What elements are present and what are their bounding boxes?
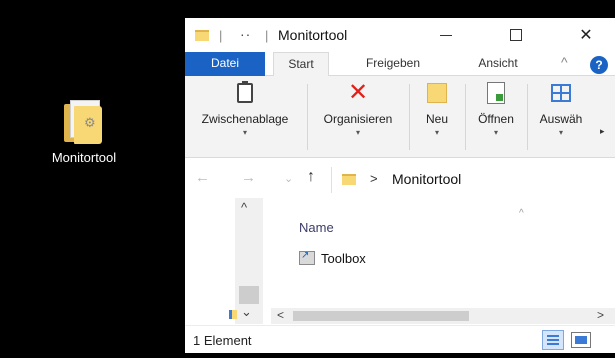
large-icons-view-icon[interactable] xyxy=(571,332,591,348)
scroll-thumb[interactable] xyxy=(239,286,259,304)
list-item[interactable]: Toolbox xyxy=(299,248,366,268)
scroll-left-icon[interactable]: < xyxy=(277,308,284,322)
maximize-icon xyxy=(510,29,522,41)
tab-start[interactable]: Start xyxy=(273,52,329,77)
folder-icon xyxy=(342,174,356,185)
dropdown-arrow-icon: ▾ xyxy=(558,128,563,137)
tab-ansicht[interactable]: Ansicht xyxy=(463,52,533,76)
file-name: Toolbox xyxy=(321,250,366,266)
forward-button[interactable]: → xyxy=(241,169,256,186)
breadcrumb-chevron-icon[interactable]: > xyxy=(370,171,378,186)
minimize-icon xyxy=(440,34,452,36)
ribbon-divider xyxy=(409,84,410,150)
dropdown-arrow-icon: ▾ xyxy=(355,128,360,137)
new-folder-icon xyxy=(427,83,447,103)
minimize-button[interactable] xyxy=(423,18,469,52)
address-bar[interactable]: > Monitortool xyxy=(331,167,615,193)
quick-access-customize-button[interactable]: ·· xyxy=(240,26,251,42)
dropdown-arrow-icon: ▾ xyxy=(434,128,439,137)
quick-access-folder-icon[interactable] xyxy=(195,30,209,41)
sort-caret-icon: ^ xyxy=(519,208,524,219)
ribbon-group-zwischenablage[interactable]: Zwischenablage ▾ xyxy=(185,80,305,152)
explorer-window: | ·· | Monitortool ✕ Datei Start Freigeb… xyxy=(185,18,615,353)
title-separator: | xyxy=(265,28,269,43)
maximize-button[interactable] xyxy=(493,18,539,52)
shortcut-icon xyxy=(299,250,315,265)
tab-datei[interactable]: Datei xyxy=(185,52,265,76)
close-button[interactable]: ✕ xyxy=(563,18,609,52)
close-icon: ✕ xyxy=(579,27,593,44)
ribbon-scroll-right-icon[interactable]: ▸ xyxy=(600,126,605,137)
quick-access-separator: | xyxy=(219,28,223,43)
status-bar: 1 Element xyxy=(185,325,615,353)
select-icon xyxy=(551,84,571,102)
scroll-down-icon[interactable]: ⌄ xyxy=(241,304,252,320)
nav-pane-item-icon[interactable] xyxy=(229,310,237,319)
ribbon-group-neu[interactable]: Neu ▾ xyxy=(412,80,462,152)
open-icon xyxy=(487,82,505,104)
window-title: Monitortool xyxy=(278,27,348,43)
dropdown-arrow-icon: ▾ xyxy=(242,128,247,137)
details-view-icon[interactable] xyxy=(542,330,564,350)
back-button[interactable]: ← xyxy=(195,169,210,186)
horizontal-scrollbar[interactable]: < > xyxy=(271,308,615,324)
desktop-icon-label: Monitortool xyxy=(51,150,117,165)
title-bar: | ·· | Monitortool ✕ xyxy=(185,18,615,52)
ribbon-body: Zwischenablage ▾ ✕ Organisieren ▾ Neu ▾ … xyxy=(185,76,615,158)
scroll-right-icon[interactable]: > xyxy=(597,308,604,322)
nav-pane-scrollbar[interactable]: ^ ⌄ xyxy=(235,198,263,324)
ribbon-group-label: Organisieren xyxy=(323,112,393,126)
desktop-folder-monitortool[interactable]: ⚙ Monitortool xyxy=(38,98,130,165)
delete-x-icon: ✕ xyxy=(347,79,369,106)
recent-locations-button[interactable]: ⌄ xyxy=(284,172,293,185)
ribbon-divider xyxy=(465,84,466,150)
folder-icon: ⚙ xyxy=(62,98,106,144)
ribbon-group-label: Zwischenablage xyxy=(201,112,289,126)
ribbon-group-label: Öffnen xyxy=(478,112,514,126)
column-header-name[interactable]: Name xyxy=(299,220,334,235)
ribbon-group-organisieren[interactable]: ✕ Organisieren ▾ xyxy=(309,80,407,152)
ribbon-divider xyxy=(307,84,308,150)
item-count: 1 Element xyxy=(193,333,252,348)
ribbon-group-oeffnen[interactable]: Öffnen ▾ xyxy=(467,80,525,152)
ribbon-group-auswaehlen[interactable]: Auswäh ▾ xyxy=(530,80,592,152)
help-icon[interactable]: ? xyxy=(590,56,608,74)
ribbon-tabs: Datei Start Freigeben Ansicht ^ ? xyxy=(185,52,615,77)
dropdown-arrow-icon: ▾ xyxy=(493,128,498,137)
up-button[interactable]: ↑ xyxy=(307,168,315,186)
scroll-thumb[interactable] xyxy=(293,311,469,321)
scroll-up-icon[interactable]: ^ xyxy=(241,200,247,215)
ribbon-group-label: Neu xyxy=(425,112,448,126)
tab-freigeben[interactable]: Freigeben xyxy=(353,52,433,76)
breadcrumb-monitortool[interactable]: Monitortool xyxy=(392,171,461,187)
ribbon-group-label: Auswäh xyxy=(539,112,583,126)
address-row: ← → ⌄ ↑ > Monitortool xyxy=(185,163,615,197)
ribbon-collapse-icon[interactable]: ^ xyxy=(561,54,568,70)
ribbon-divider xyxy=(527,84,528,150)
clipboard-icon xyxy=(237,81,253,103)
content-area: ^ ⌄ Name ^ Toolbox xyxy=(185,198,615,326)
